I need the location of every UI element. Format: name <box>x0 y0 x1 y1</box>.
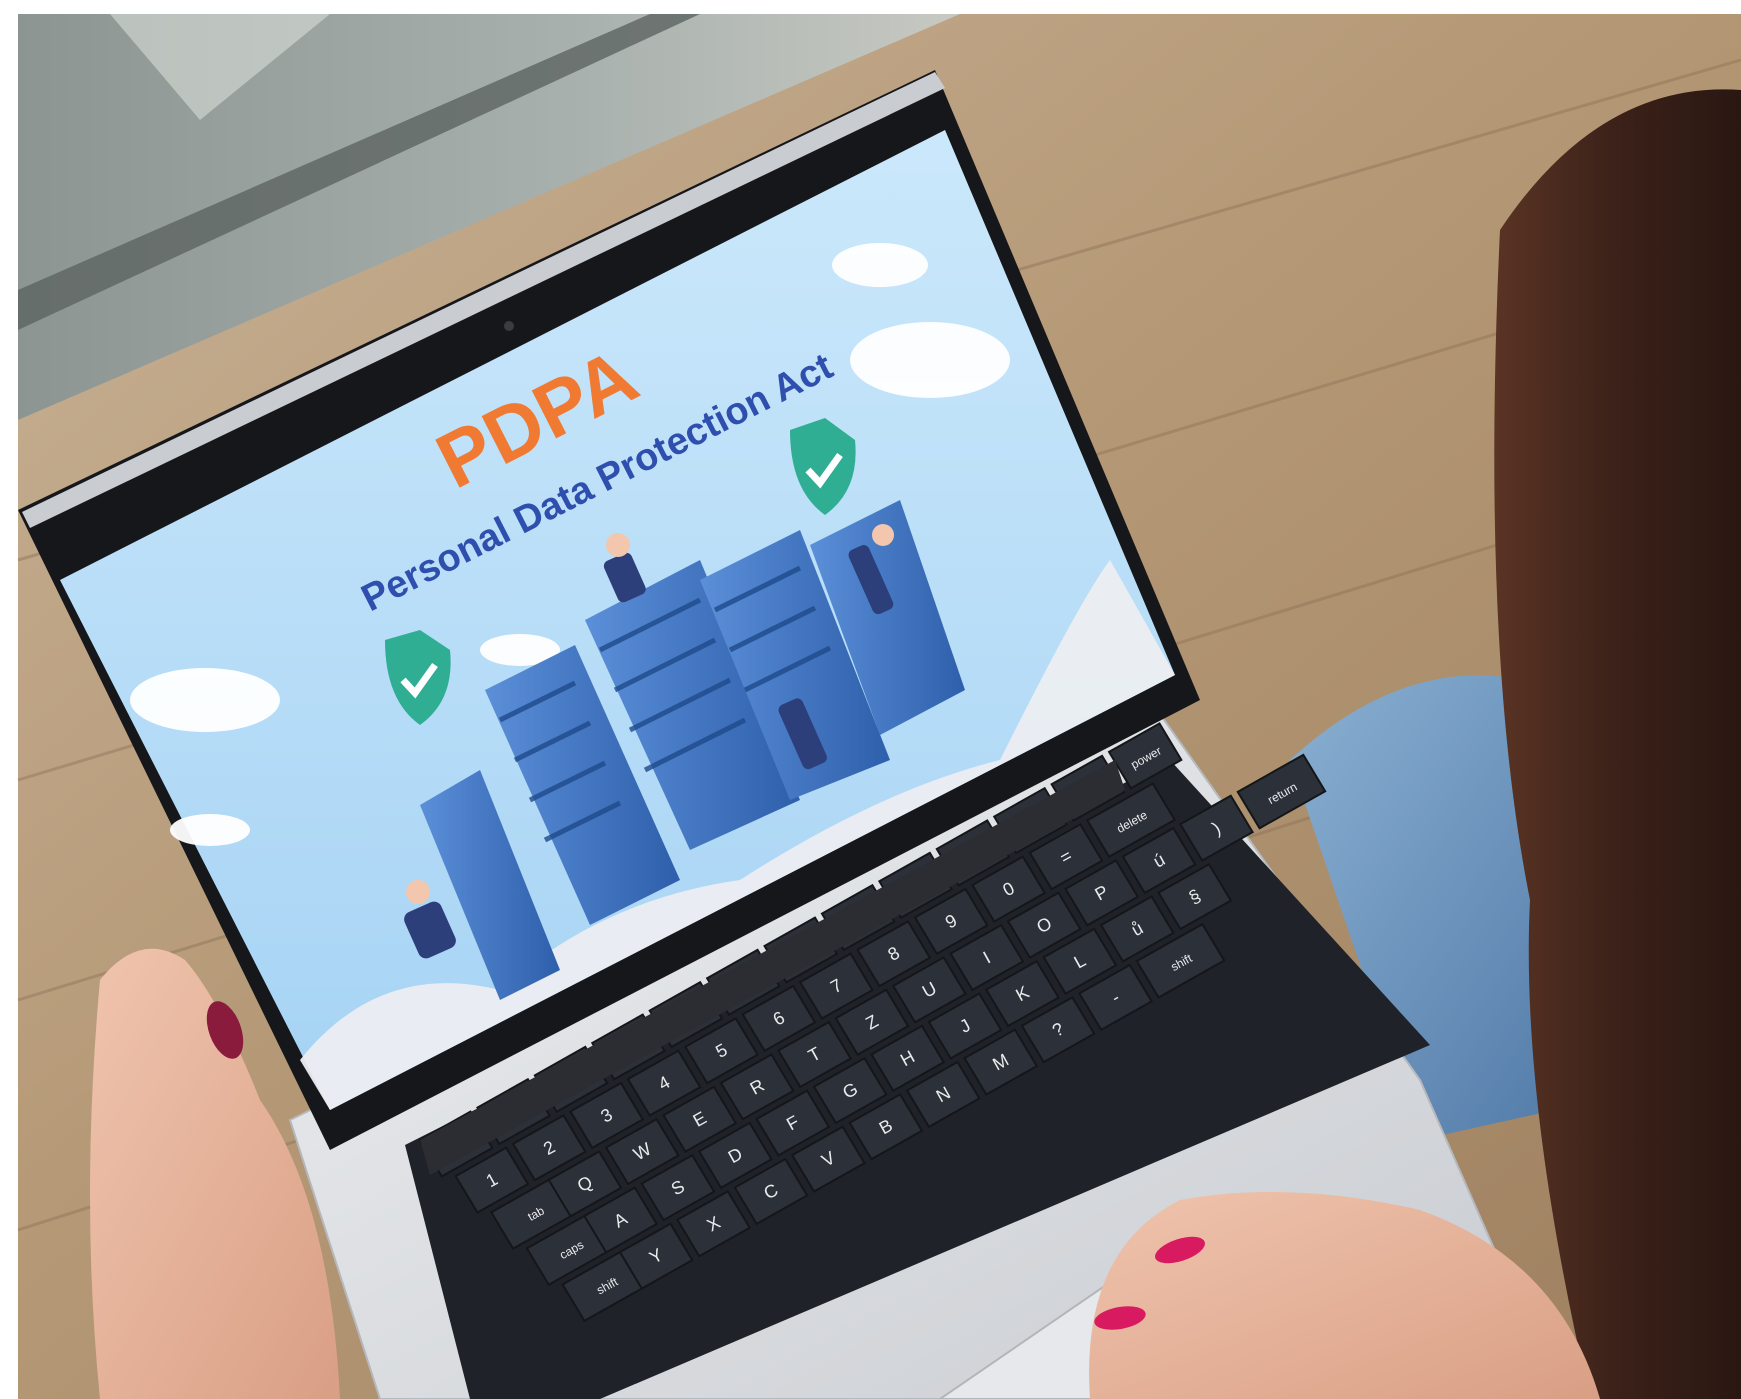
webcam <box>504 321 514 331</box>
photo-scene: escF1F2F3F4F5F6F7F8F9F10F11power12345678… <box>0 0 1741 1399</box>
